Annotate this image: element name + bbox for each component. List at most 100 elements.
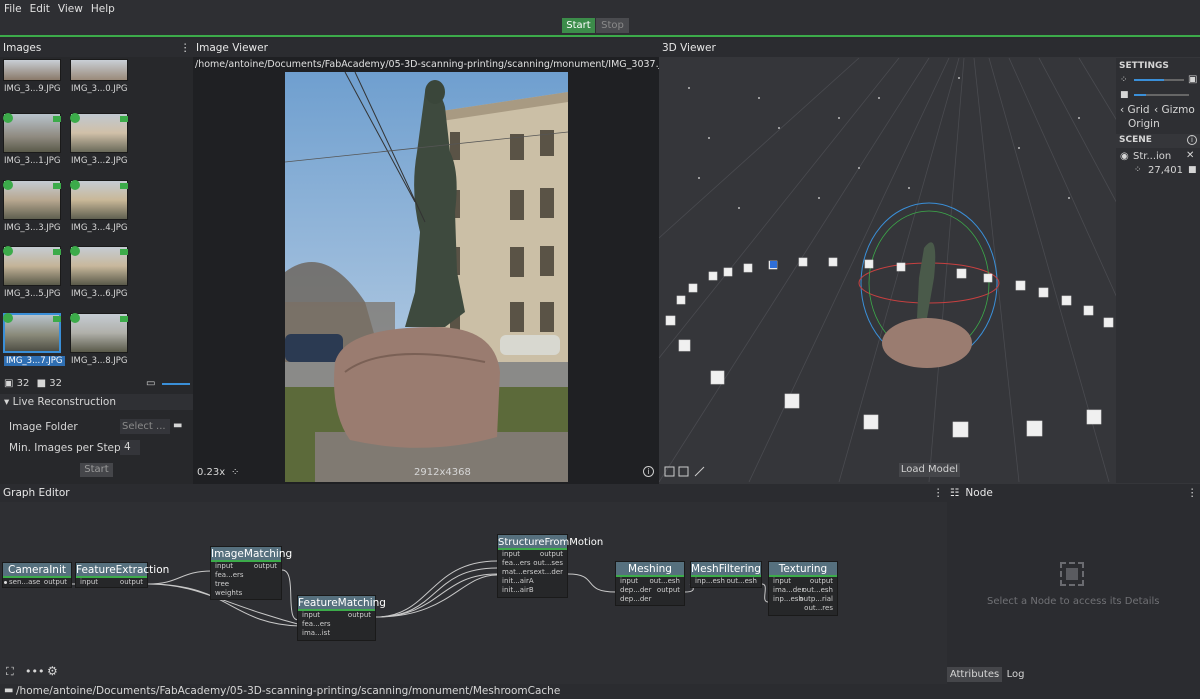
port[interactable]: fea...ers: [302, 620, 331, 628]
image-folder-field[interactable]: Select ...: [120, 419, 170, 434]
thumbnail[interactable]: IMG_3...3.JPG: [0, 180, 62, 233]
min-images-spinbox[interactable]: 4: [120, 440, 140, 455]
info-icon[interactable]: i: [643, 466, 654, 477]
check-icon: [70, 246, 80, 256]
metadata-icon[interactable]: ⁘: [231, 467, 239, 478]
images-menu-icon[interactable]: ⋮: [180, 42, 191, 54]
port[interactable]: input: [773, 577, 791, 585]
menu-file[interactable]: File: [4, 3, 22, 15]
thumbnail[interactable]: IMG_3...6.JPG: [67, 246, 129, 299]
port[interactable]: init...airB: [502, 586, 534, 594]
fit-view-icon[interactable]: ⛶: [6, 665, 14, 679]
port[interactable]: fea...ers: [215, 571, 244, 579]
camera-scale-slider[interactable]: [1134, 94, 1189, 96]
node-imagematching[interactable]: ImageMatching input output fea...ers tre…: [210, 546, 292, 600]
port[interactable]: input: [215, 562, 233, 570]
gear-icon[interactable]: ⚙: [47, 664, 58, 678]
gizmo-toggle[interactable]: ‹ Gizmo: [1154, 104, 1195, 116]
port[interactable]: output: [44, 578, 67, 586]
port[interactable]: init...airA: [502, 577, 534, 585]
port[interactable]: ima...ist: [302, 629, 330, 637]
port[interactable]: sen...ase: [4, 578, 40, 586]
port[interactable]: out...esh: [649, 577, 680, 585]
displayed-image[interactable]: [285, 72, 568, 482]
status-bar: ▬ /home/antoine/Documents/FabAcademy/05-…: [0, 684, 1200, 699]
port[interactable]: out...res: [804, 604, 833, 612]
thumbnail-size-slider[interactable]: [162, 383, 190, 385]
thumbnail[interactable]: IMG_3...4.JPG: [67, 180, 129, 233]
live-reconstruction-header[interactable]: ▾ Live Reconstruction: [0, 394, 193, 410]
graph-editor[interactable]: Graph Editor ⋮ CameraInit sen...ase outpu…: [0, 484, 947, 684]
node-meshfiltering[interactable]: MeshFiltering inp...esh out...esh: [690, 561, 762, 588]
tab-log[interactable]: Log: [1003, 667, 1028, 682]
tab-attributes[interactable]: Attributes: [947, 667, 1002, 682]
menu-help[interactable]: Help: [91, 3, 115, 15]
port[interactable]: out...esh: [802, 586, 833, 594]
port[interactable]: ima...der: [773, 586, 804, 594]
thumbnail[interactable]: IMG_3...0.JPG: [67, 59, 129, 97]
image-icon: ▣: [4, 378, 14, 389]
thumbnail[interactable]: IMG_3...1.JPG: [0, 113, 62, 166]
port[interactable]: out...ses: [533, 559, 563, 567]
thumbnail[interactable]: IMG_3...9.JPG: [0, 59, 62, 97]
port[interactable]: input: [502, 550, 520, 558]
remove-icon[interactable]: ✕: [1186, 150, 1194, 161]
port[interactable]: output: [348, 611, 371, 619]
thumbnail-label: IMG_3...6.JPG: [71, 289, 128, 299]
thumbnail-label: IMG_3...8.JPG: [71, 356, 128, 366]
start-button[interactable]: Start: [562, 18, 595, 33]
port[interactable]: input: [620, 577, 638, 585]
port[interactable]: output: [810, 577, 833, 585]
fullscreen-icon[interactable]: ▣: [1188, 74, 1197, 85]
port[interactable]: dep...der: [620, 595, 652, 603]
images-title: Images: [3, 42, 42, 54]
port[interactable]: out...esh: [726, 577, 757, 585]
thumbnail[interactable]: IMG_3...8.JPG: [67, 313, 129, 366]
menu-view[interactable]: View: [58, 3, 83, 15]
node-meshing[interactable]: Meshing input out...esh dep...der output…: [615, 561, 685, 606]
grid-toggle[interactable]: ‹ Grid: [1120, 104, 1150, 116]
port[interactable]: output: [254, 562, 277, 570]
image-viewer: Image Viewer /home/antoine/Documents/Fab…: [193, 39, 675, 484]
node-camerainit[interactable]: CameraInit sen...ase output: [2, 562, 72, 588]
camera-count: 32: [49, 378, 62, 389]
layout-icon[interactable]: •••: [25, 665, 44, 678]
folder-icon[interactable]: ▬: [173, 420, 182, 431]
port[interactable]: input: [80, 578, 98, 586]
thumbnail[interactable]: IMG_3...2.JPG: [67, 113, 129, 166]
port[interactable]: mat...ers: [502, 568, 533, 576]
load-model-button[interactable]: Load Model: [899, 463, 960, 477]
point-size-slider[interactable]: [1134, 79, 1184, 81]
port[interactable]: output: [657, 586, 680, 594]
node-featureextraction[interactable]: FeatureExtraction input output: [75, 562, 169, 588]
scene-item-name[interactable]: Str...ion: [1133, 151, 1171, 162]
node-title: Meshing: [616, 562, 684, 577]
node-featurematching[interactable]: FeatureMatching input output fea...ers i…: [297, 595, 386, 641]
thumbnail-selected[interactable]: IMG_3...7.JPG: [0, 313, 65, 366]
point-size-icon: ⁘: [1120, 75, 1128, 85]
port[interactable]: weights: [215, 589, 242, 597]
settings-panel: SETTINGS ⁘ ▣ ■ ‹ Grid ‹ Gizmo Origin SCE…: [1116, 58, 1200, 483]
port[interactable]: output: [120, 578, 143, 586]
port[interactable]: fea...ers: [502, 559, 531, 567]
live-start-button[interactable]: Start: [80, 463, 113, 477]
port[interactable]: inp...esh: [695, 577, 725, 585]
node-texturing[interactable]: Texturing input output ima...der out...e…: [768, 561, 838, 616]
port[interactable]: dep...der: [620, 586, 652, 594]
node-structurefrommotion[interactable]: StructureFromMotion input output fea...e…: [497, 534, 603, 598]
image-folder-label: Image Folder: [9, 421, 78, 433]
scene-info-icon[interactable]: i: [1187, 135, 1197, 145]
stop-button[interactable]: Stop: [596, 18, 629, 33]
thumbnail[interactable]: IMG_3...5.JPG: [0, 246, 62, 299]
port[interactable]: ext...der: [534, 568, 563, 576]
menu-edit[interactable]: Edit: [30, 3, 50, 15]
node-menu-icon[interactable]: ⋮: [1187, 487, 1198, 499]
min-images-label: Min. Images per Step: [9, 442, 121, 454]
port[interactable]: input: [302, 611, 320, 619]
port[interactable]: outp...rial: [799, 595, 833, 603]
check-icon: [70, 313, 80, 323]
port[interactable]: tree: [215, 580, 229, 588]
visibility-eye-icon[interactable]: ◉: [1120, 151, 1129, 162]
origin-toggle[interactable]: Origin: [1128, 118, 1160, 130]
port[interactable]: output: [540, 550, 563, 558]
